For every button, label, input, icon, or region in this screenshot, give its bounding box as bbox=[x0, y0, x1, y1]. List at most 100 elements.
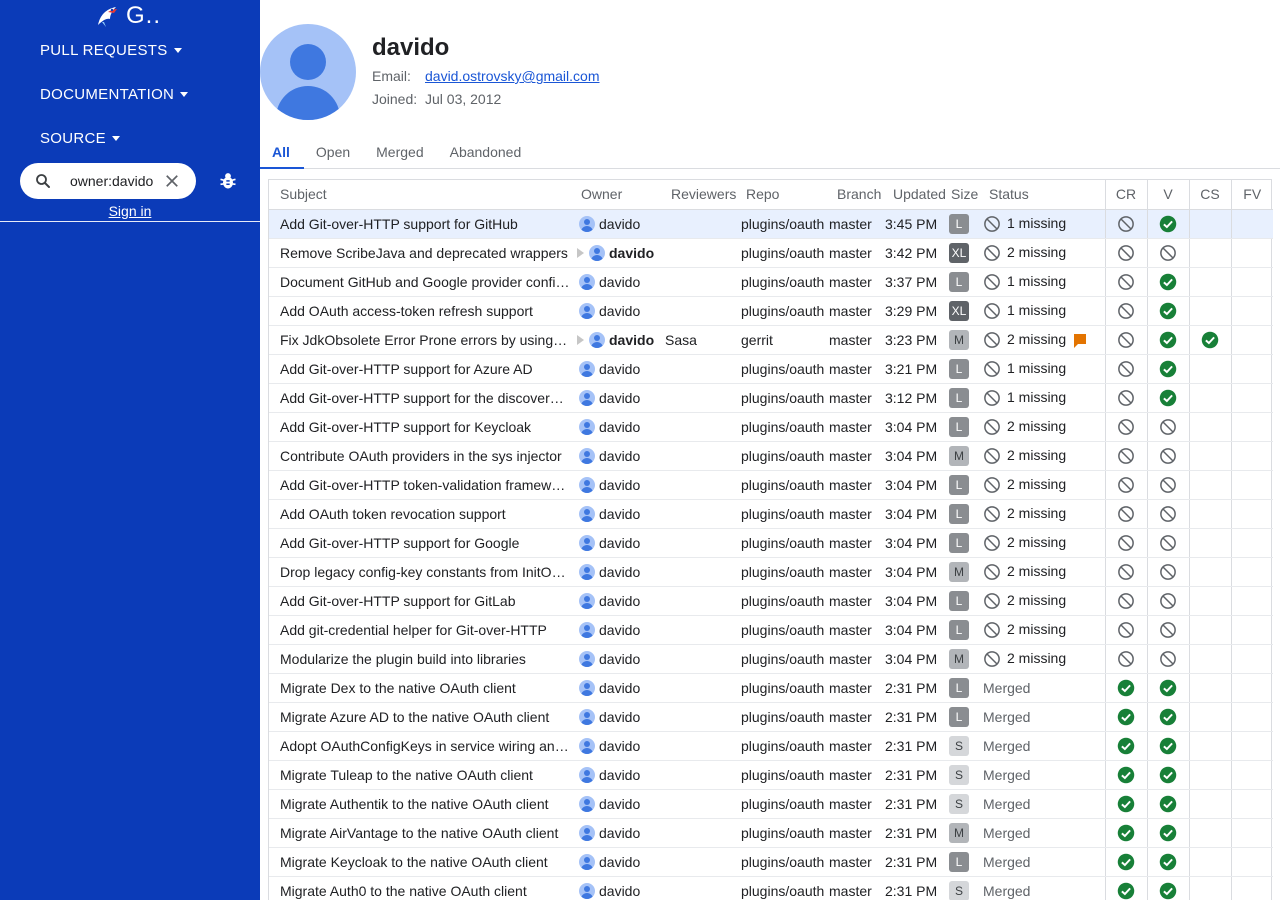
code-review-vote[interactable] bbox=[1104, 673, 1147, 703]
table-row[interactable]: Add Git-over-HTTP support for GitLab davi… bbox=[269, 586, 1273, 616]
change-subject[interactable]: Add Git-over-HTTP support for GitHub bbox=[269, 209, 570, 239]
change-reviewers[interactable] bbox=[660, 528, 735, 558]
verified-vote[interactable] bbox=[1146, 209, 1189, 239]
change-repo[interactable]: plugins/oauth bbox=[735, 789, 826, 819]
verified-vote[interactable] bbox=[1146, 731, 1189, 761]
change-reviewers[interactable] bbox=[660, 586, 735, 616]
change-repo[interactable]: plugins/oauth bbox=[735, 412, 826, 442]
code-review-vote[interactable] bbox=[1104, 586, 1147, 616]
change-subject[interactable]: Add Git-over-HTTP support for GitLab bbox=[269, 586, 570, 616]
verified-vote[interactable] bbox=[1146, 644, 1189, 674]
change-reviewers[interactable] bbox=[660, 818, 735, 848]
sign-in-link[interactable]: Sign in bbox=[0, 203, 260, 219]
change-repo[interactable]: plugins/oauth bbox=[735, 499, 826, 529]
change-branch[interactable]: master bbox=[826, 760, 882, 790]
code-review-vote[interactable] bbox=[1104, 296, 1147, 326]
change-reviewers[interactable] bbox=[660, 412, 735, 442]
verified-vote[interactable] bbox=[1146, 499, 1189, 529]
table-row[interactable]: Migrate Tuleap to the native OAuth clien… bbox=[269, 760, 1273, 790]
change-repo[interactable]: plugins/oauth bbox=[735, 760, 826, 790]
verified-vote[interactable] bbox=[1146, 354, 1189, 384]
change-branch[interactable]: master bbox=[826, 238, 882, 268]
change-branch[interactable]: master bbox=[826, 528, 882, 558]
code-review-vote[interactable] bbox=[1104, 847, 1147, 877]
change-repo[interactable]: gerrit bbox=[735, 325, 826, 355]
verified-vote[interactable] bbox=[1146, 586, 1189, 616]
change-repo[interactable]: plugins/oauth bbox=[735, 876, 826, 900]
change-branch[interactable]: master bbox=[826, 296, 882, 326]
change-subject[interactable]: Migrate Dex to the native OAuth client bbox=[269, 673, 570, 703]
code-review-vote[interactable] bbox=[1104, 238, 1147, 268]
change-reviewers[interactable] bbox=[660, 789, 735, 819]
change-repo[interactable]: plugins/oauth bbox=[735, 383, 826, 413]
change-repo[interactable]: plugins/oauth bbox=[735, 731, 826, 761]
app-logo[interactable]: G.. bbox=[94, 2, 161, 30]
change-subject[interactable]: Add Git-over-HTTP token-validation frame… bbox=[269, 470, 570, 500]
nav-documentation[interactable]: DOCUMENTATION bbox=[40, 86, 189, 103]
email-link[interactable]: david.ostrovsky@gmail.com bbox=[425, 68, 600, 84]
change-branch[interactable]: master bbox=[826, 441, 882, 471]
change-repo[interactable]: plugins/oauth bbox=[735, 209, 826, 239]
bug-report-icon[interactable] bbox=[218, 171, 238, 191]
change-repo[interactable]: plugins/oauth bbox=[735, 296, 826, 326]
change-reviewers[interactable] bbox=[660, 238, 735, 268]
change-reviewers[interactable] bbox=[660, 760, 735, 790]
verified-vote[interactable] bbox=[1146, 615, 1189, 645]
change-branch[interactable]: master bbox=[826, 702, 882, 732]
change-subject[interactable]: Add Git-over-HTTP support for the discov… bbox=[269, 383, 570, 413]
verified-vote[interactable] bbox=[1146, 325, 1189, 355]
change-branch[interactable]: master bbox=[826, 673, 882, 703]
change-owner-cell[interactable]: davido bbox=[570, 644, 660, 674]
change-branch[interactable]: master bbox=[826, 383, 882, 413]
code-review-vote[interactable] bbox=[1104, 267, 1147, 297]
change-owner-cell[interactable]: davido bbox=[570, 731, 660, 761]
table-row[interactable]: Contribute OAuth providers in the sys in… bbox=[269, 441, 1273, 471]
change-owner-cell[interactable]: davido bbox=[570, 847, 660, 877]
cs-vote[interactable] bbox=[1188, 325, 1231, 355]
code-review-vote[interactable] bbox=[1104, 789, 1147, 819]
verified-vote[interactable] bbox=[1146, 470, 1189, 500]
change-branch[interactable]: master bbox=[826, 557, 882, 587]
change-repo[interactable]: plugins/oauth bbox=[735, 847, 826, 877]
code-review-vote[interactable] bbox=[1104, 876, 1147, 900]
change-reviewers[interactable] bbox=[660, 876, 735, 900]
code-review-vote[interactable] bbox=[1104, 499, 1147, 529]
change-owner-cell[interactable]: davido bbox=[570, 876, 660, 900]
change-owner-cell[interactable]: davido bbox=[570, 702, 660, 732]
code-review-vote[interactable] bbox=[1104, 644, 1147, 674]
change-reviewers[interactable] bbox=[660, 354, 735, 384]
change-subject[interactable]: Add Git-over-HTTP support for Azure AD bbox=[269, 354, 570, 384]
change-repo[interactable]: plugins/oauth bbox=[735, 586, 826, 616]
change-reviewers[interactable] bbox=[660, 441, 735, 471]
code-review-vote[interactable] bbox=[1104, 702, 1147, 732]
change-subject[interactable]: Add Git-over-HTTP support for Keycloak bbox=[269, 412, 570, 442]
change-subject[interactable]: Migrate Azure AD to the native OAuth cli… bbox=[269, 702, 570, 732]
change-owner-cell[interactable]: davido bbox=[570, 760, 660, 790]
change-repo[interactable]: plugins/oauth bbox=[735, 441, 826, 471]
change-owner-cell[interactable]: davido bbox=[570, 383, 660, 413]
table-row[interactable]: Add OAuth access-token refresh support da… bbox=[269, 296, 1273, 326]
table-row[interactable]: Migrate AirVantage to the native OAuth c… bbox=[269, 818, 1273, 848]
clear-icon[interactable] bbox=[163, 172, 181, 190]
verified-vote[interactable] bbox=[1146, 383, 1189, 413]
change-reviewers[interactable] bbox=[660, 615, 735, 645]
table-row[interactable]: Add Git-over-HTTP support for Keycloak da… bbox=[269, 412, 1273, 442]
change-repo[interactable]: plugins/oauth bbox=[735, 702, 826, 732]
change-reviewers[interactable] bbox=[660, 644, 735, 674]
change-owner-cell[interactable]: davido bbox=[570, 325, 660, 355]
change-owner-cell[interactable]: davido bbox=[570, 238, 660, 268]
change-repo[interactable]: plugins/oauth bbox=[735, 470, 826, 500]
change-repo[interactable]: plugins/oauth bbox=[735, 238, 826, 268]
change-branch[interactable]: master bbox=[826, 731, 882, 761]
verified-vote[interactable] bbox=[1146, 702, 1189, 732]
change-reviewers[interactable] bbox=[660, 673, 735, 703]
verified-vote[interactable] bbox=[1146, 296, 1189, 326]
change-subject[interactable]: Drop legacy config-key constants from In… bbox=[269, 557, 570, 587]
change-owner-cell[interactable]: davido bbox=[570, 267, 660, 297]
change-owner-cell[interactable]: davido bbox=[570, 586, 660, 616]
verified-vote[interactable] bbox=[1146, 267, 1189, 297]
change-owner-cell[interactable]: davido bbox=[570, 789, 660, 819]
code-review-vote[interactable] bbox=[1104, 470, 1147, 500]
table-row[interactable]: Add Git-over-HTTP support for Azure AD da… bbox=[269, 354, 1273, 384]
table-row[interactable]: Add git-credential helper for Git-over-H… bbox=[269, 615, 1273, 645]
